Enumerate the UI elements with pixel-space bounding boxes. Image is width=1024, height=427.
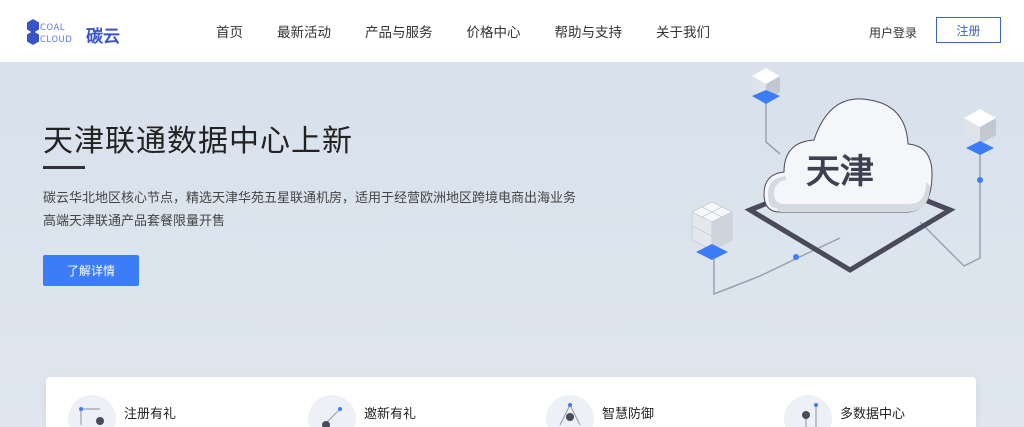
hero-description: 碳云华北地区核心节点，精选天津华苑五星联通机房，适用于经营欧洲地区跨境电商出海业… [43,187,576,233]
hero-title: 天津联通数据中心上新 [43,124,353,159]
login-link[interactable]: 用户登录 [869,24,917,41]
feature-label: 多数据中心 [840,407,906,422]
nav-item-help[interactable]: 帮助与支持 [555,21,623,41]
hero-banner: 天津联通数据中心上新 碳云华北地区核心节点，精选天津华苑五星联通机房，适用于经营… [0,62,1024,427]
nav-item-home[interactable]: 首页 [216,21,243,41]
feature-label: 智慧防御 [602,407,655,422]
svg-text:COAL: COAL [40,23,65,33]
network-node-icon [68,395,116,427]
nav-item-about[interactable]: 关于我们 [656,21,710,41]
feature-label: 注册有礼 [124,407,177,422]
cloud-datacenter-illustration: 天津 [691,68,996,296]
top-header: COAL CLOUD 碳云 首页 最新活动 产品与服务 价格中心 帮助与支持 关… [0,0,1024,62]
nav-item-pricing[interactable]: 价格中心 [467,21,521,41]
datacenter-node-icon [784,395,832,427]
hero-divider [43,166,85,169]
nav-item-activities[interactable]: 最新活动 [277,21,331,41]
feature-bar: 注册有礼 邀新有礼 智慧防御 多数据中心 [46,377,976,427]
illustration-text: 天津 [806,152,874,192]
register-button[interactable]: 注册 [936,17,1001,43]
share-node-icon [308,395,356,427]
main-nav: 首页 最新活动 产品与服务 价格中心 帮助与支持 关于我们 [200,0,744,62]
hero-desc-line-2: 高端天津联通产品套餐限量开售 [43,214,226,229]
shield-node-icon [546,395,594,427]
learn-more-button[interactable]: 了解详情 [43,255,139,286]
hero-desc-line-1: 碳云华北地区核心节点，精选天津华苑五星联通机房，适用于经营欧洲地区跨境电商出海业… [43,191,577,206]
nav-item-products[interactable]: 产品与服务 [365,21,433,41]
svg-text:CLOUD: CLOUD [40,35,72,45]
feature-label: 邀新有礼 [364,407,417,422]
brand-name: 碳云 [86,27,120,47]
